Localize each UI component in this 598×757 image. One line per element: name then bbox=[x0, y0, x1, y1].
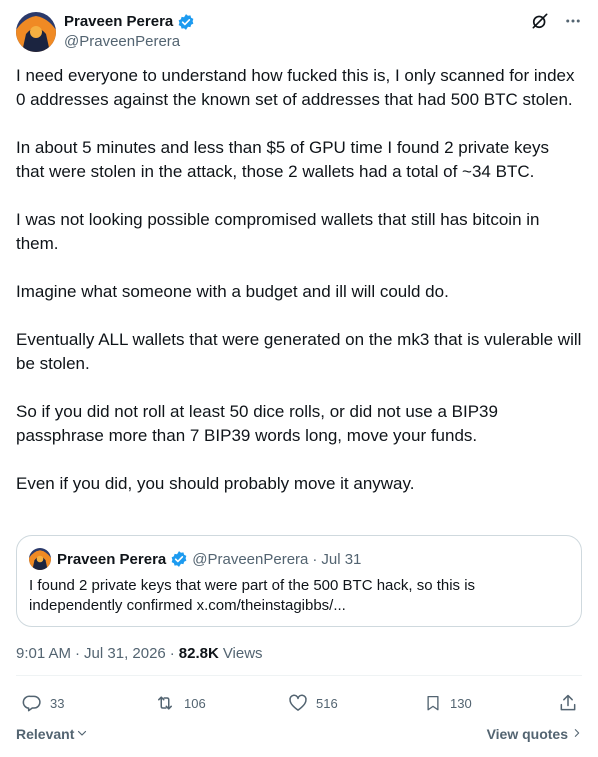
sort-label: Relevant bbox=[16, 726, 75, 742]
separator-dot: · bbox=[75, 645, 81, 662]
tweet-paragraph: So if you did not roll at least 50 dice … bbox=[16, 402, 498, 445]
quote-author-handle: @PraveenPerera bbox=[192, 550, 309, 568]
tweet-paragraph: I was not looking possible compromised w… bbox=[16, 210, 540, 253]
quote-text: I found 2 private keys that were part of… bbox=[29, 577, 476, 614]
verified-badge-icon bbox=[177, 13, 195, 31]
tweet-text: I need everyone to understand how fucked… bbox=[16, 64, 582, 520]
tweet-paragraph: Eventually ALL wallets that were generat… bbox=[16, 330, 582, 373]
chevron-down-icon bbox=[76, 726, 88, 742]
tweet-date[interactable]: Jul 31, 2026 bbox=[84, 644, 166, 664]
author-name[interactable]: Praveen Perera bbox=[64, 12, 173, 32]
quote-date: Jul 31 bbox=[321, 550, 362, 568]
verified-badge-icon bbox=[170, 550, 188, 568]
replies-footer: Relevant View quotes bbox=[16, 726, 582, 746]
tweet-paragraph: In about 5 minutes and less than $5 of G… bbox=[16, 138, 549, 181]
bookmark-icon bbox=[424, 693, 442, 713]
share-button[interactable] bbox=[558, 693, 578, 713]
separator-dot: · bbox=[312, 550, 318, 568]
avatar[interactable] bbox=[16, 12, 56, 52]
tweet-meta: 9:01 AM · Jul 31, 2026 · 82.8K Views bbox=[16, 644, 263, 664]
tweet-paragraph: Imagine what someone with a budget and i… bbox=[16, 282, 449, 301]
reply-button[interactable]: 33 bbox=[22, 693, 64, 713]
view-quotes-link[interactable]: View quotes bbox=[487, 726, 582, 742]
repost-button[interactable]: 106 bbox=[154, 693, 206, 713]
quote-link[interactable]: x.com/theinstagibbs/... bbox=[197, 597, 346, 614]
author-info: Praveen Perera @PraveenPerera bbox=[64, 12, 195, 52]
more-icon[interactable] bbox=[564, 12, 582, 35]
heart-icon bbox=[288, 693, 308, 713]
tweet-paragraph: Even if you did, you should probably mov… bbox=[16, 474, 415, 493]
share-icon bbox=[558, 693, 578, 713]
repost-icon bbox=[154, 693, 176, 713]
repost-count: 106 bbox=[184, 695, 206, 711]
author-handle[interactable]: @PraveenPerera bbox=[64, 32, 195, 52]
reply-count: 33 bbox=[50, 695, 65, 711]
like-button[interactable]: 516 bbox=[288, 693, 338, 713]
divider bbox=[16, 675, 582, 676]
sort-dropdown[interactable]: Relevant bbox=[16, 726, 88, 742]
views-label: Views bbox=[222, 645, 263, 662]
quote-tweet[interactable]: Praveen Perera @PraveenPerera · Jul 31 I… bbox=[16, 535, 582, 627]
view-quotes-label: View quotes bbox=[486, 726, 568, 742]
reply-icon bbox=[22, 693, 42, 713]
quote-avatar bbox=[29, 548, 51, 570]
grok-icon[interactable] bbox=[530, 11, 550, 36]
quote-author-name: Praveen Perera bbox=[57, 550, 167, 568]
bookmark-count: 130 bbox=[450, 695, 472, 711]
views-count: 82.8K bbox=[178, 645, 219, 662]
separator-dot: · bbox=[169, 645, 175, 662]
tweet-header: Praveen Perera @PraveenPerera bbox=[16, 12, 582, 52]
tweet-time[interactable]: 9:01 AM bbox=[16, 644, 71, 664]
like-count: 516 bbox=[316, 695, 338, 711]
chevron-right-icon bbox=[572, 726, 582, 742]
tweet-paragraph: I need everyone to understand how fucked… bbox=[16, 66, 575, 109]
action-bar: 33 106 516 130 bbox=[16, 693, 582, 717]
bookmark-button[interactable]: 130 bbox=[424, 693, 472, 713]
